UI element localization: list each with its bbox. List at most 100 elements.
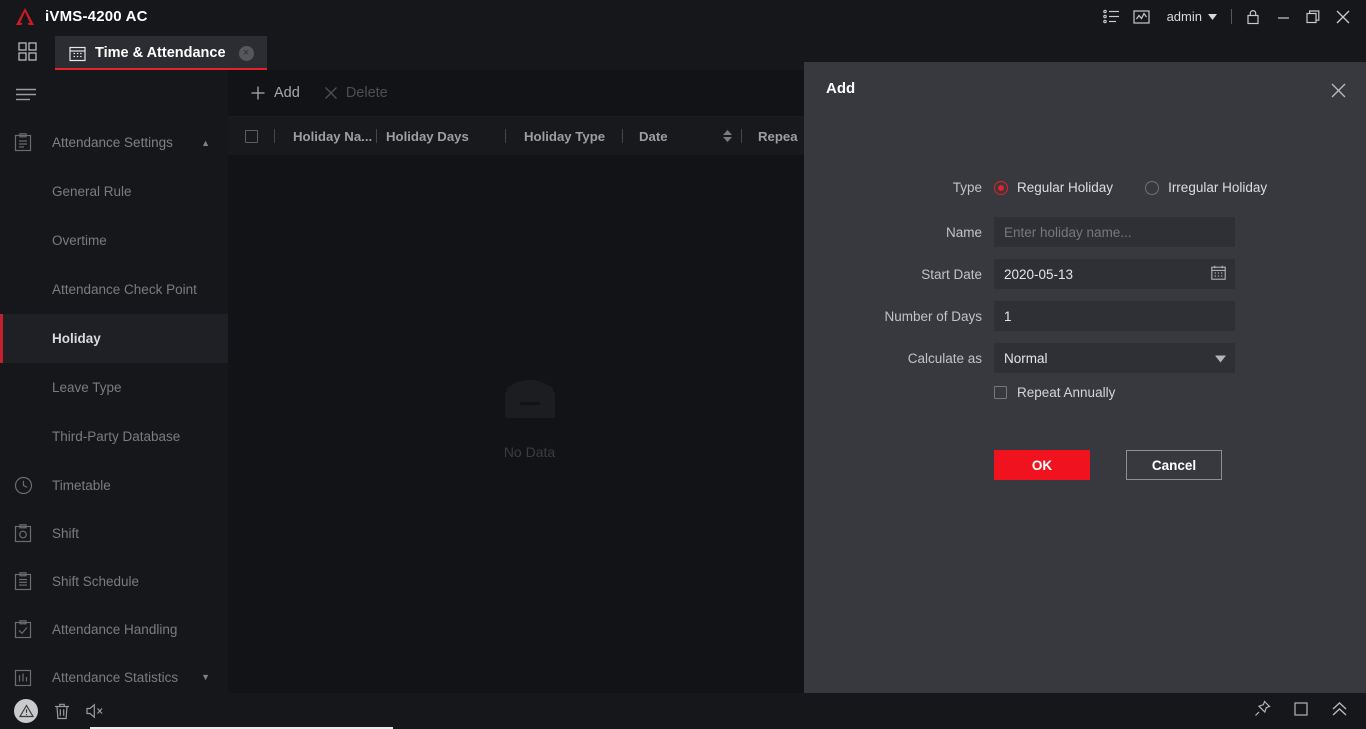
application-window: iVMS-4200 AC admin Time & Attendance × A… <box>0 0 1366 729</box>
cross-icon <box>324 87 337 99</box>
chevron-up-icon[interactable]: ▲ <box>201 138 210 148</box>
calculate-as-value: Normal <box>1004 350 1048 366</box>
add-label: Add <box>274 85 300 101</box>
trash-icon[interactable] <box>54 703 70 720</box>
add-button[interactable]: Add <box>238 70 312 117</box>
radio-regular-holiday-label: Regular Holiday <box>1017 180 1114 195</box>
sidebar-item-holiday[interactable]: Holiday <box>0 314 228 363</box>
dialog-close-icon[interactable] <box>1324 76 1352 104</box>
delete-label: Delete <box>345 85 388 101</box>
sidebar-item-attendance-statistics[interactable]: Attendance Statistics ▼ <box>0 653 228 693</box>
statistics-icon <box>14 668 40 687</box>
calculate-as-label: Calculate as <box>907 350 982 366</box>
tab-label: Time & Attendance <box>95 45 226 61</box>
clipboard-icon <box>14 133 40 152</box>
delete-button[interactable]: Delete <box>312 70 400 117</box>
sort-arrows-icon <box>723 130 732 142</box>
column-label: Holiday Type <box>524 128 606 144</box>
sidebar-item-third-party-database[interactable]: Third-Party Database <box>0 412 228 461</box>
calculate-as-select[interactable]: Normal <box>994 343 1235 373</box>
speaker-mute-icon[interactable] <box>86 703 105 719</box>
status-bar-right <box>1254 700 1366 722</box>
chevron-down-icon[interactable] <box>1215 351 1226 366</box>
minimize-icon[interactable] <box>1268 0 1298 33</box>
sidebar-item-label: Attendance Statistics <box>52 669 179 685</box>
column-holiday-days[interactable]: Holiday Days <box>377 117 505 155</box>
status-bar <box>0 693 1366 729</box>
name-row: Name Enter holiday name... <box>804 217 1366 247</box>
hamburger-icon[interactable] <box>0 70 228 118</box>
sidebar-item-label: Shift Schedule <box>52 573 140 589</box>
sidebar-item-label: Third-Party Database <box>52 429 181 444</box>
sidebar-item-shift-schedule[interactable]: Shift Schedule <box>0 557 228 605</box>
app-title: iVMS-4200 AC <box>45 8 148 25</box>
number-of-days-row: Number of Days 1 <box>804 301 1366 331</box>
pin-icon[interactable] <box>1254 700 1271 722</box>
sidebar-item-label: Overtime <box>52 233 107 248</box>
type-row: Type Regular Holiday Irregular Holiday <box>804 180 1366 195</box>
double-chevron-up-icon[interactable] <box>1331 701 1348 722</box>
column-label: Date <box>639 128 668 144</box>
sidebar-item-general-rule[interactable]: General Rule <box>0 167 228 216</box>
title-bar: iVMS-4200 AC admin <box>0 0 1366 33</box>
column-holiday-name[interactable]: Holiday Na... <box>275 117 376 155</box>
add-holiday-dialog: Add Type Regular Holiday Irregular Holid… <box>804 62 1366 696</box>
calendar-icon[interactable] <box>1211 265 1226 283</box>
sidebar-group-attendance-settings[interactable]: Attendance Settings ▲ <box>0 118 228 167</box>
column-holiday-type[interactable]: Holiday Type <box>506 117 622 155</box>
sidebar-item-label: Leave Type <box>52 380 122 395</box>
chevron-down-icon <box>1208 13 1217 20</box>
sidebar-item-timetable[interactable]: Timetable <box>0 461 228 509</box>
sidebar: Attendance Settings ▲ General Rule Overt… <box>0 70 228 693</box>
chart-icon[interactable] <box>1127 0 1157 33</box>
maximize-icon[interactable] <box>1298 0 1328 33</box>
sidebar-item-attendance-check-point[interactable]: Attendance Check Point <box>0 265 228 314</box>
number-of-days-label: Number of Days <box>884 308 982 324</box>
divider <box>1231 9 1232 24</box>
sort-date-control[interactable] <box>723 117 741 155</box>
number-of-days-input[interactable]: 1 <box>994 301 1235 331</box>
column-label: Holiday Na... <box>293 128 373 144</box>
holiday-name-placeholder: Enter holiday name... <box>1004 224 1132 240</box>
select-all-checkbox[interactable] <box>228 117 274 155</box>
radio-irregular-holiday[interactable] <box>1145 180 1160 195</box>
repeat-annually-row[interactable]: Repeat Annually <box>994 385 1366 400</box>
sidebar-item-label: Timetable <box>52 477 111 493</box>
sidebar-item-overtime[interactable]: Overtime <box>0 216 228 265</box>
chevron-down-icon[interactable]: ▼ <box>201 672 210 682</box>
list-icon[interactable] <box>1097 0 1127 33</box>
sidebar-item-shift[interactable]: Shift <box>0 509 228 557</box>
sidebar-group-label: Attendance Settings <box>52 135 173 150</box>
holiday-name-input[interactable]: Enter holiday name... <box>994 217 1235 247</box>
sidebar-item-attendance-handling[interactable]: Attendance Handling <box>0 605 228 653</box>
calendar-icon <box>69 46 86 61</box>
column-date[interactable]: Date <box>623 117 723 155</box>
start-date-input[interactable]: 2020-05-13 <box>994 259 1235 289</box>
name-label: Name <box>945 224 982 240</box>
close-icon[interactable] <box>1328 0 1358 33</box>
sidebar-item-leave-type[interactable]: Leave Type <box>0 363 228 412</box>
empty-state-label: No Data <box>503 444 556 460</box>
tab-time-and-attendance[interactable]: Time & Attendance × <box>55 36 267 70</box>
radio-regular-holiday[interactable] <box>994 180 1008 195</box>
alert-warning-icon[interactable] <box>14 699 38 723</box>
grid-apps-icon[interactable] <box>0 33 55 70</box>
start-date-value: 2020-05-13 <box>1004 266 1074 282</box>
shift-icon <box>14 523 40 543</box>
lock-icon[interactable] <box>1238 0 1268 33</box>
cancel-button[interactable]: Cancel <box>1126 450 1222 480</box>
dialog-form: Type Regular Holiday Irregular Holiday N… <box>804 180 1366 480</box>
user-menu[interactable]: admin <box>1157 0 1225 33</box>
tab-close-icon[interactable]: × <box>238 45 254 61</box>
calculate-as-row: Calculate as Normal <box>804 343 1366 373</box>
sidebar-item-label: Attendance Handling <box>52 621 178 637</box>
column-label: Holiday Days <box>386 128 469 144</box>
repeat-annually-checkbox[interactable] <box>994 386 1007 399</box>
ok-button[interactable]: OK <box>994 450 1090 480</box>
titlebar-controls: admin <box>1097 0 1366 33</box>
sidebar-item-label: Holiday <box>52 331 101 346</box>
column-label: Repea <box>758 128 798 144</box>
hikvision-logo-icon <box>16 7 34 25</box>
square-icon[interactable] <box>1293 701 1309 722</box>
check-clipboard-icon <box>14 619 40 639</box>
